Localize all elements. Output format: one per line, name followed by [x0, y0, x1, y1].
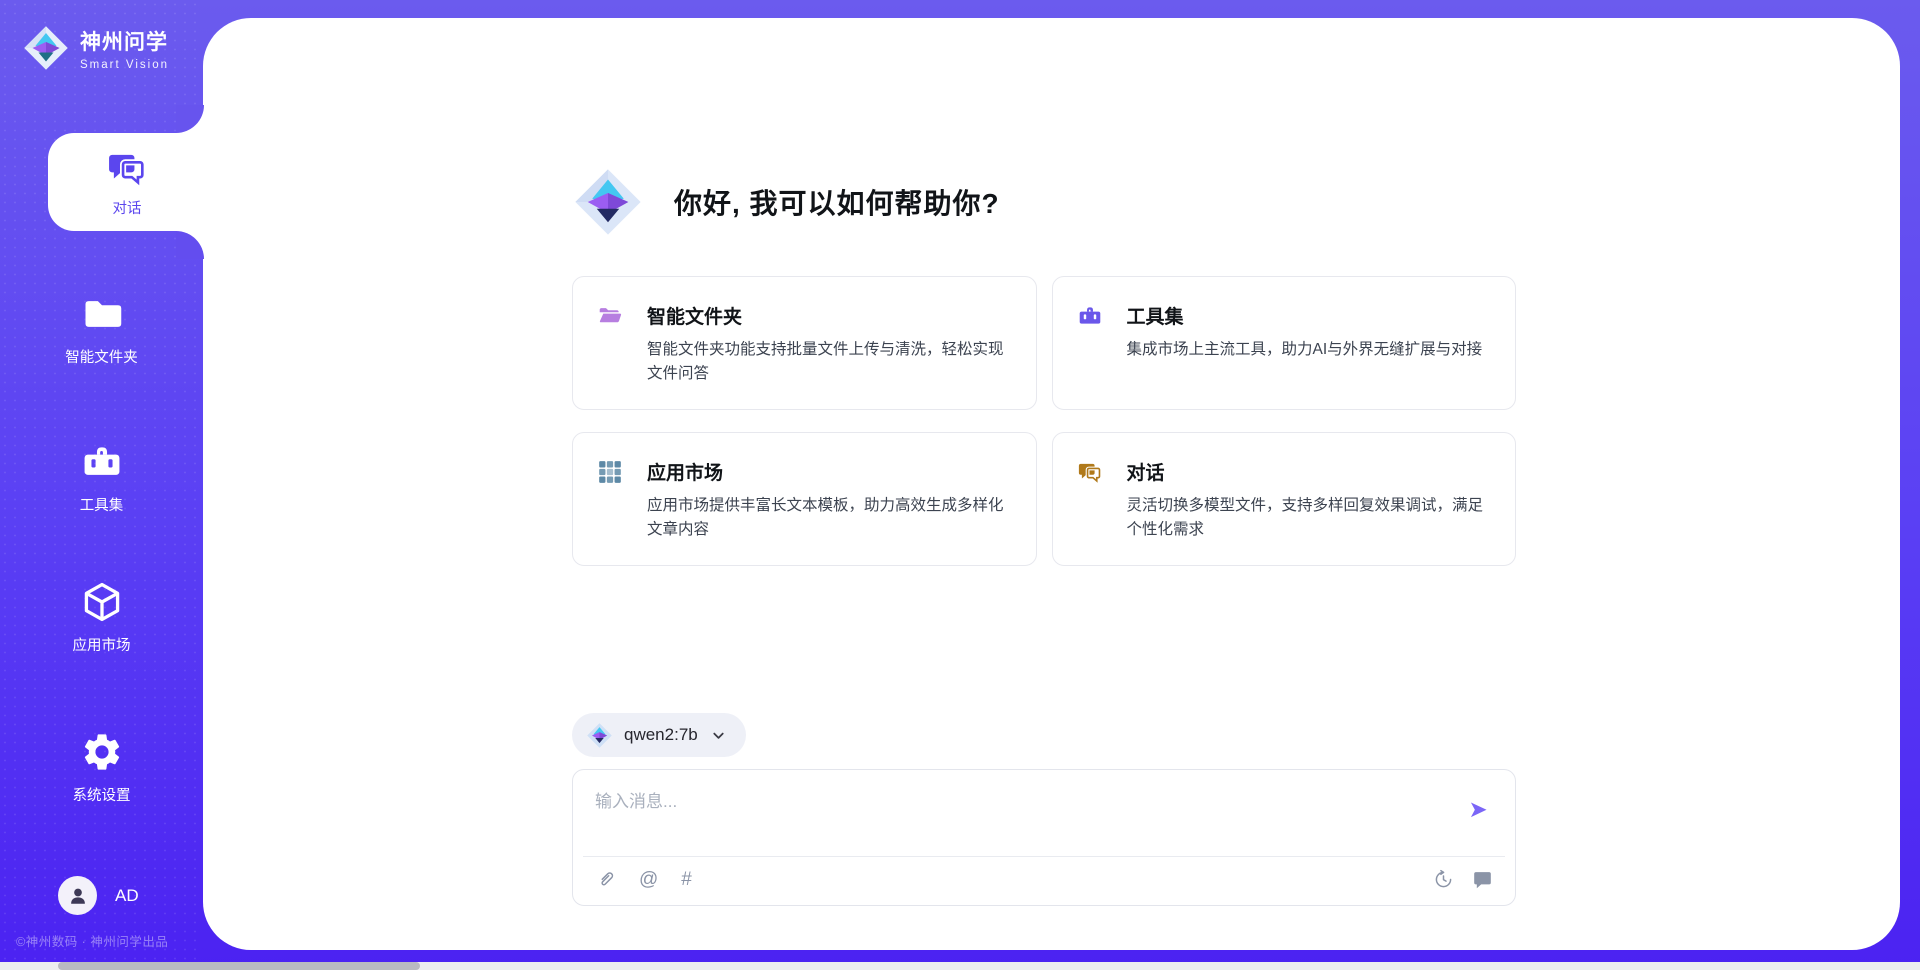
message-composer: ➤ @ #	[572, 769, 1516, 906]
chat-bubbles-icon	[1077, 459, 1103, 485]
folder-icon	[80, 292, 124, 336]
sidebar-item-label: 对话	[113, 197, 142, 218]
brand-logo-icon	[22, 24, 70, 72]
sidebar-item-toolset[interactable]: 工具集	[0, 440, 203, 515]
card-title: 智能文件夹	[647, 302, 1008, 329]
message-input[interactable]	[595, 784, 1455, 820]
avatar	[58, 876, 97, 915]
user-name: AD	[115, 886, 139, 906]
brand-name: 神州问学	[80, 26, 169, 56]
active-tab-fillet-bottom	[176, 231, 204, 259]
person-icon	[67, 885, 89, 907]
feature-card-app-market[interactable]: 应用市场 应用市场提供丰富长文本模板，助力高效生成多样化文章内容	[572, 432, 1037, 566]
chevron-down-icon	[711, 728, 726, 743]
paperclip-icon[interactable]	[595, 869, 616, 890]
history-icon[interactable]	[1433, 869, 1454, 890]
sidebar-item-chat[interactable]: 对话	[48, 133, 206, 231]
composer-divider	[583, 856, 1505, 857]
hash-icon[interactable]: #	[681, 869, 692, 890]
model-logo-icon	[586, 722, 613, 749]
composer-tools-right	[1433, 869, 1493, 890]
copyright-footer: ©神州数码 · 神州问学出品	[16, 931, 168, 950]
card-description: 集成市场上主流工具，助力AI与外界无缝扩展与对接	[1127, 338, 1483, 362]
sidebar-item-app-market[interactable]: 应用市场	[0, 580, 203, 655]
card-title: 工具集	[1127, 302, 1483, 329]
cube-icon	[80, 580, 124, 624]
app-window: 神州问学 Smart Vision 对话 智能文件夹	[0, 0, 1920, 970]
sidebar-item-label: 应用市场	[73, 634, 131, 655]
apps-grid-icon	[597, 459, 623, 485]
chat-bubbles-icon	[106, 147, 148, 189]
sidebar-item-label: 系统设置	[73, 784, 131, 805]
feature-card-chat[interactable]: 对话 灵活切换多模型文件，支持多样回复效果调试，满足个性化需求	[1052, 432, 1517, 566]
model-name: qwen2:7b	[624, 725, 698, 745]
feature-cards: 智能文件夹 智能文件夹功能支持批量文件上传与清洗，轻松实现文件问答	[572, 276, 1516, 566]
horizontal-scrollbar-track[interactable]	[0, 962, 1920, 970]
feature-card-smart-folder[interactable]: 智能文件夹 智能文件夹功能支持批量文件上传与清洗，轻松实现文件问答	[572, 276, 1037, 410]
composer-tools-left: @ #	[595, 869, 692, 890]
user-profile[interactable]: AD	[58, 876, 139, 915]
gear-icon	[80, 730, 124, 774]
card-description: 应用市场提供丰富长文本模板，助力高效生成多样化文章内容	[647, 494, 1008, 543]
at-icon[interactable]: @	[639, 869, 658, 890]
card-title: 对话	[1127, 458, 1488, 485]
feature-card-toolset[interactable]: 工具集 集成市场上主流工具，助力AI与外界无缝扩展与对接	[1052, 276, 1517, 410]
brand-subtitle: Smart Vision	[80, 59, 169, 71]
toolbox-icon	[1077, 303, 1103, 329]
sidebar-item-settings[interactable]: 系统设置	[0, 730, 203, 805]
hero: 你好, 我可以如何帮助你?	[572, 166, 1000, 238]
card-description: 灵活切换多模型文件，支持多样回复效果调试，满足个性化需求	[1127, 494, 1488, 543]
active-tab-fillet-top	[176, 105, 204, 133]
assistant-logo-icon	[572, 166, 644, 238]
brand: 神州问学 Smart Vision	[22, 24, 169, 72]
card-description: 智能文件夹功能支持批量文件上传与清洗，轻松实现文件问答	[647, 338, 1008, 387]
toolbox-icon	[80, 440, 124, 484]
folder-open-icon	[597, 303, 623, 329]
sidebar-item-label: 工具集	[80, 494, 124, 515]
comment-icon[interactable]	[1472, 869, 1493, 890]
send-button[interactable]: ➤	[1463, 794, 1493, 824]
card-title: 应用市场	[647, 458, 1008, 485]
model-selector[interactable]: qwen2:7b	[572, 713, 746, 757]
sidebar-item-label: 智能文件夹	[65, 346, 138, 367]
sidebar-item-smart-folder[interactable]: 智能文件夹	[0, 292, 203, 367]
greeting-text: 你好, 我可以如何帮助你?	[674, 182, 1000, 222]
horizontal-scrollbar-thumb[interactable]	[58, 962, 420, 970]
